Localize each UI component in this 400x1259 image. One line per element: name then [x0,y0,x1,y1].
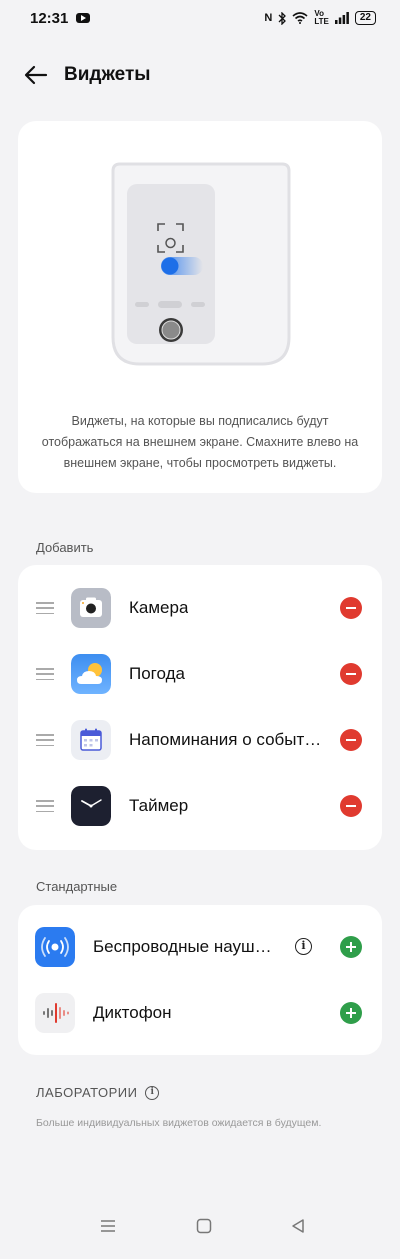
widget-row-event-reminders: Напоминания о событиях [18,707,382,773]
section-label-add: Добавить [36,540,94,555]
status-bar: 12:31 N Vo LTE 22 [0,0,400,36]
hero-description: Виджеты, на которые вы подписались будут… [41,414,359,470]
bluetooth-icon [278,11,287,25]
remove-widget-button[interactable] [340,729,362,751]
widget-label: Таймер [129,796,189,815]
back-nav-icon[interactable] [290,1218,306,1234]
status-time: 12:31 [30,9,69,27]
widget-label: Беспроводные наушники [93,937,278,956]
recorder-app-icon [35,993,75,1033]
wifi-icon [292,12,308,24]
standard-widgets-card: Беспроводные наушники i Диктофон [18,905,382,1055]
drag-handle-icon[interactable] [36,800,54,812]
remove-widget-button[interactable] [340,597,362,619]
hero-card: Виджеты, на которые вы подписались будут… [18,121,382,493]
wireless-headphones-icon [35,927,75,967]
weather-app-icon [71,654,111,694]
widget-label: Напоминания о событиях [129,730,324,749]
recent-apps-icon[interactable] [100,1218,116,1234]
add-widgets-card: Камера Погода Напоминания о событиях Тай… [18,565,382,850]
drag-handle-icon[interactable] [36,668,54,680]
page-header: Виджеты [0,50,400,100]
remove-widget-button[interactable] [340,663,362,685]
signal-icon [334,12,349,24]
section-label-standard: Стандартные [36,879,118,894]
widget-label: Погода [129,664,185,683]
home-icon[interactable] [196,1218,212,1234]
drag-handle-icon[interactable] [36,734,54,746]
calendar-app-icon [71,720,111,760]
lab-description: Больше индивидуальных виджетов ожидается… [36,1117,322,1129]
widget-label: Камера [129,598,189,617]
add-widget-button[interactable] [340,1002,362,1024]
drag-handle-icon[interactable] [36,602,54,614]
page-title: Виджеты [64,64,151,85]
nfc-icon: N [264,12,273,24]
back-arrow-icon[interactable] [24,64,48,86]
system-navigation-bar [0,1218,400,1238]
camera-app-icon [71,588,111,628]
widget-row-camera: Камера [18,575,382,641]
widget-row-timer: Таймер [18,773,382,839]
volte-icon: Vo LTE [314,9,329,26]
widget-row-wireless-headphones: Беспроводные наушники i [18,914,382,980]
widget-row-weather: Погода [18,641,382,707]
lab-section-label: ЛАБОРАТОРИИ [36,1085,138,1100]
remove-widget-button[interactable] [340,795,362,817]
info-icon[interactable]: i [145,1085,160,1100]
add-widget-button[interactable] [340,936,362,958]
cover-screen-illustration [111,162,291,366]
info-icon[interactable]: i [295,938,312,955]
battery-indicator: 22 [354,11,376,25]
clock-app-icon [71,786,111,826]
widget-row-recorder: Диктофон [18,980,382,1046]
youtube-notification-icon [76,13,91,23]
lab-section-header: ЛАБОРАТОРИИ i [36,1085,160,1100]
widget-label: Диктофон [93,1003,172,1022]
